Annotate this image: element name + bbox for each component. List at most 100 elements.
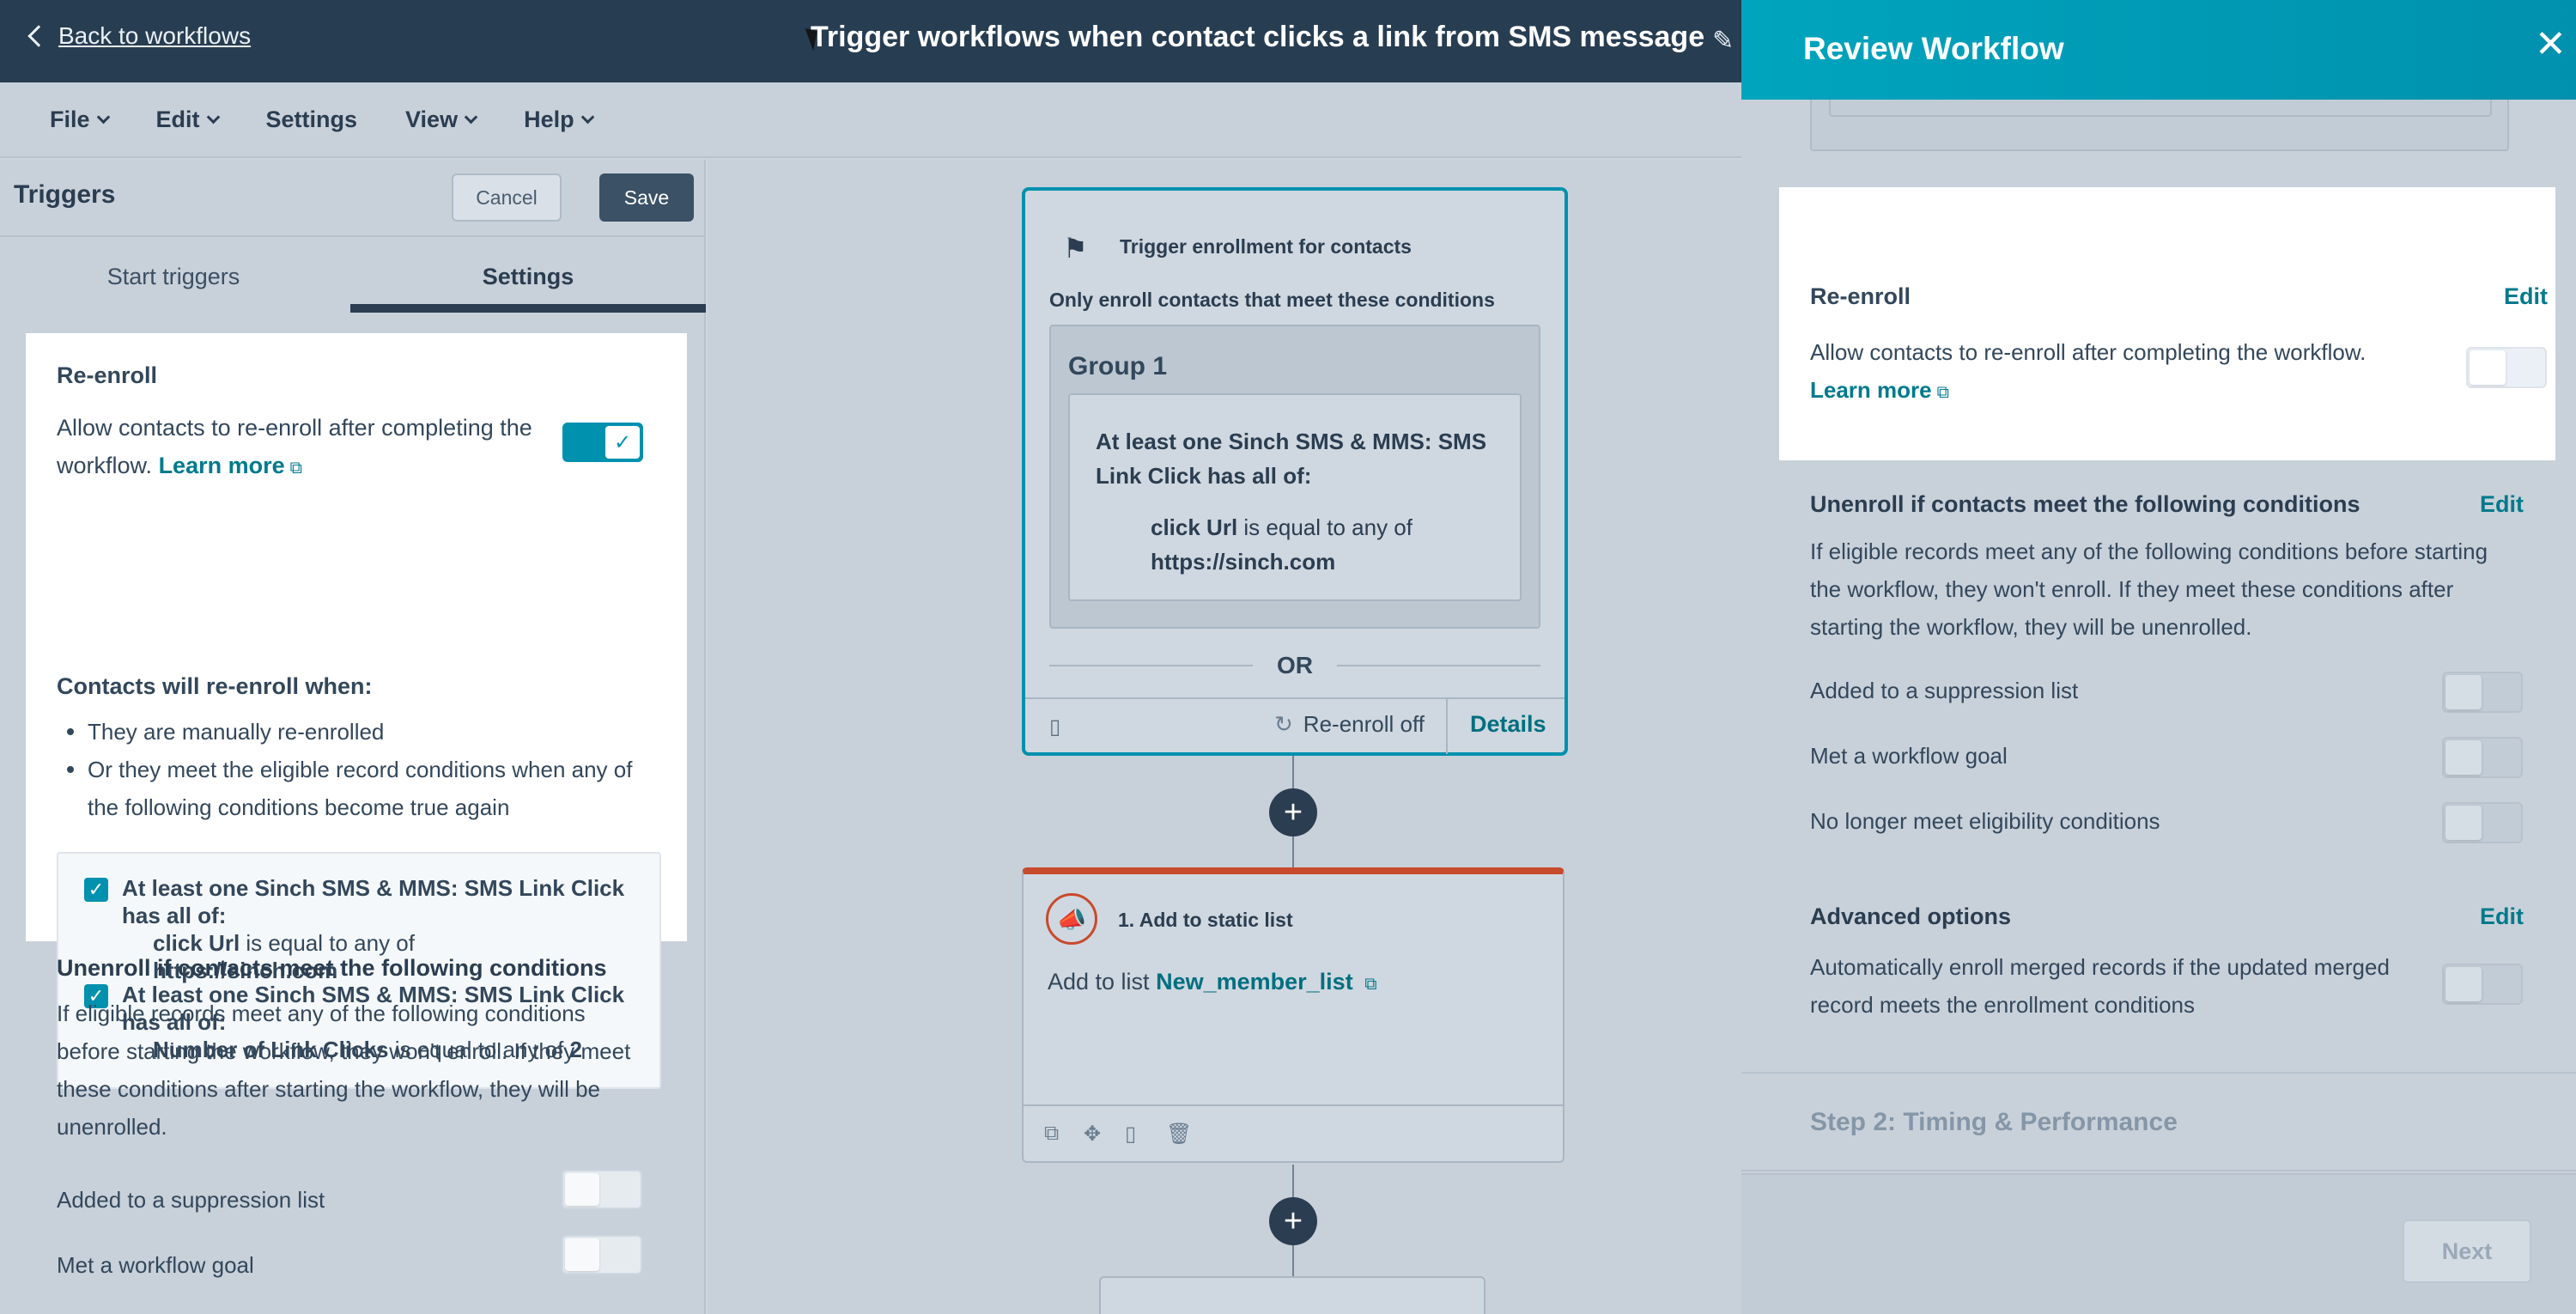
condition-head: At least one Sinch SMS & MMS: SMS Link C… [122,875,625,928]
divider [1741,1072,2576,1074]
menu-help-label: Help [524,106,574,132]
unenroll-description: If eligible records meet any of the foll… [57,1001,631,1140]
workflow-title[interactable]: Trigger workflows when contact clicks a … [811,21,1704,54]
triggers-header: Triggers Cancel Save [0,160,704,235]
reenroll-description: Allow contacts to re-enroll after comple… [57,409,563,487]
menu-help[interactable]: Help [524,106,594,133]
pencil-icon[interactable]: ✎ [1712,26,1734,56]
condition-property: click Url [153,930,240,956]
top-bar: Back to workflows Trigger workflows when… [0,0,1741,82]
workflow-goal-toggle[interactable] [562,1235,642,1274]
reenroll-status: ↻ Re-enroll off [1274,711,1425,738]
triggers-panel: Triggers Cancel Save Start triggers Sett… [0,160,706,1314]
menu-edit[interactable]: Edit [155,106,220,133]
group-condition: At least one Sinch SMS & MMS: SMS Link C… [1068,393,1522,601]
list-item: They are manually re-enrolled [57,713,658,751]
menu-file[interactable]: File [50,106,110,133]
learn-more-link[interactable]: Learn more [159,453,285,478]
group-condition-head: At least one Sinch SMS & MMS: SMS Link C… [1096,429,1487,489]
toggle-knob [2470,350,2506,385]
toggle-knob [2445,740,2482,775]
action-card-text: Add to list New_member_list ⧉ [1048,969,1376,995]
unenroll-title: Unenroll if contacts meet the following … [57,955,607,981]
copy-icon[interactable]: ⧉ [1044,1122,1059,1146]
menu-settings[interactable]: Settings [266,106,358,133]
divider [1049,665,1253,666]
review-unenroll-title: Unenroll if contacts meet the following … [1810,491,2360,517]
toggle-knob [2445,675,2482,709]
refresh-icon: ↻ [1274,711,1293,737]
trigger-card-footer: ▯ ↻ Re-enroll off Details [1025,697,1564,754]
close-icon[interactable]: ✕ [2535,26,2567,64]
review-advanced-title: Advanced options [1810,903,2012,929]
action-card-title: 1. Add to static list [1118,909,1293,931]
group-title: Group 1 [1068,352,1168,380]
review-eligibility-label: No longer meet eligibility conditions [1810,808,2160,834]
condition-operator: is equal to any of [246,930,415,956]
review-previous-field [1829,100,2492,117]
trigger-card-title: Trigger enrollment for contacts [1120,235,1412,258]
external-link-icon: ⧉ [1364,975,1377,994]
learn-more-link[interactable]: Learn more [1810,377,1932,403]
review-reenroll-edit-link[interactable]: Edit [2504,283,2548,310]
review-unenroll-edit-link[interactable]: Edit [2480,491,2524,518]
review-title: Review Workflow [1803,31,2064,66]
next-button[interactable]: Next [2403,1220,2531,1283]
action-card[interactable]: 📣 1. Add to static list Add to list New_… [1022,867,1564,1163]
reenroll-toggle[interactable]: ✓ [562,423,643,462]
divider [1446,699,1448,754]
review-suppression-list-toggle[interactable] [2442,672,2523,713]
external-link-icon: ⧉ [289,459,302,478]
step-2-header[interactable]: Step 2: Timing & Performance [1810,1108,2178,1137]
back-label: Back to workflows [58,22,252,49]
review-advanced-toggle[interactable] [2442,964,2523,1005]
save-button[interactable]: Save [599,173,694,222]
cancel-button[interactable]: Cancel [452,173,562,222]
menu-bar: File Edit Settings View Help [0,82,1741,158]
menu-edit-label: Edit [155,106,200,132]
reenroll-settings-card: Re-enroll Allow contacts to re-enroll af… [26,333,687,1089]
move-icon[interactable]: ✥ [1084,1122,1101,1147]
toggle-knob [2445,806,2482,840]
trigger-card-subtitle: Only enroll contacts that meet these con… [1049,289,1495,311]
tab-start-triggers[interactable]: Start triggers [0,237,347,316]
add-action-button[interactable]: + [1269,788,1317,836]
menu-view[interactable]: View [405,106,478,133]
details-button[interactable]: Details [1470,711,1546,738]
review-eligibility-toggle[interactable] [2442,802,2523,843]
condition-checkbox[interactable]: ✓ [84,878,108,902]
or-label: OR [1277,652,1313,678]
external-link-icon: ⧉ [1936,383,1949,402]
group-condition-operator: is equal to any of [1243,514,1413,540]
next-action-card[interactable] [1099,1276,1485,1314]
action-text-prefix: Add to list [1048,969,1150,995]
review-reenroll-description: Allow contacts to re-enroll after comple… [1810,333,2428,411]
review-reenroll-toggle[interactable] [2466,347,2547,388]
reenroll-when-list: They are manually re-enrolled Or they me… [57,713,658,826]
list-link[interactable]: New_member_list [1156,969,1353,995]
or-separator: OR [1049,651,1540,680]
trigger-card[interactable]: ⚑ Trigger enrollment for contacts Only e… [1022,187,1568,756]
add-action-button[interactable]: + [1269,1197,1317,1245]
trash-icon[interactable]: 🗑 [1166,1122,1192,1147]
back-to-workflows-link[interactable]: Back to workflows [27,22,252,50]
action-card-footer: ⧉ ✥ ▯ 🗑 [1024,1104,1563,1161]
suppression-list-toggle[interactable] [562,1170,642,1209]
review-advanced-edit-link[interactable]: Edit [2480,903,2524,930]
group-condition-value: https://sinch.com [1151,549,1336,575]
toggle-knob [565,1173,599,1206]
review-reenroll-title: Re-enroll [1810,283,1911,309]
menu-file-label: File [50,106,90,132]
group-condition-property: click Url [1151,514,1238,540]
review-header: Review Workflow ✕ [1741,0,2576,100]
clipboard-icon[interactable]: ▯ [1125,1122,1136,1147]
group-condition-filter: click Url is equal to any of https://sin… [1151,510,1413,579]
review-workflow-goal-toggle[interactable] [2442,737,2523,778]
chevron-left-icon [27,25,50,47]
reenroll-when-title: Contacts will re-enroll when: [57,673,373,699]
review-workflow-goal-label: Met a workflow goal [1810,743,2008,769]
clipboard-icon[interactable]: ▯ [1049,715,1060,739]
review-reenroll-desc-text: Allow contacts to re-enroll after comple… [1810,339,2366,365]
toggle-knob [565,1238,599,1271]
review-workflow-panel: Review Workflow ✕ Re-enroll Edit Allow c… [1741,0,2576,1314]
